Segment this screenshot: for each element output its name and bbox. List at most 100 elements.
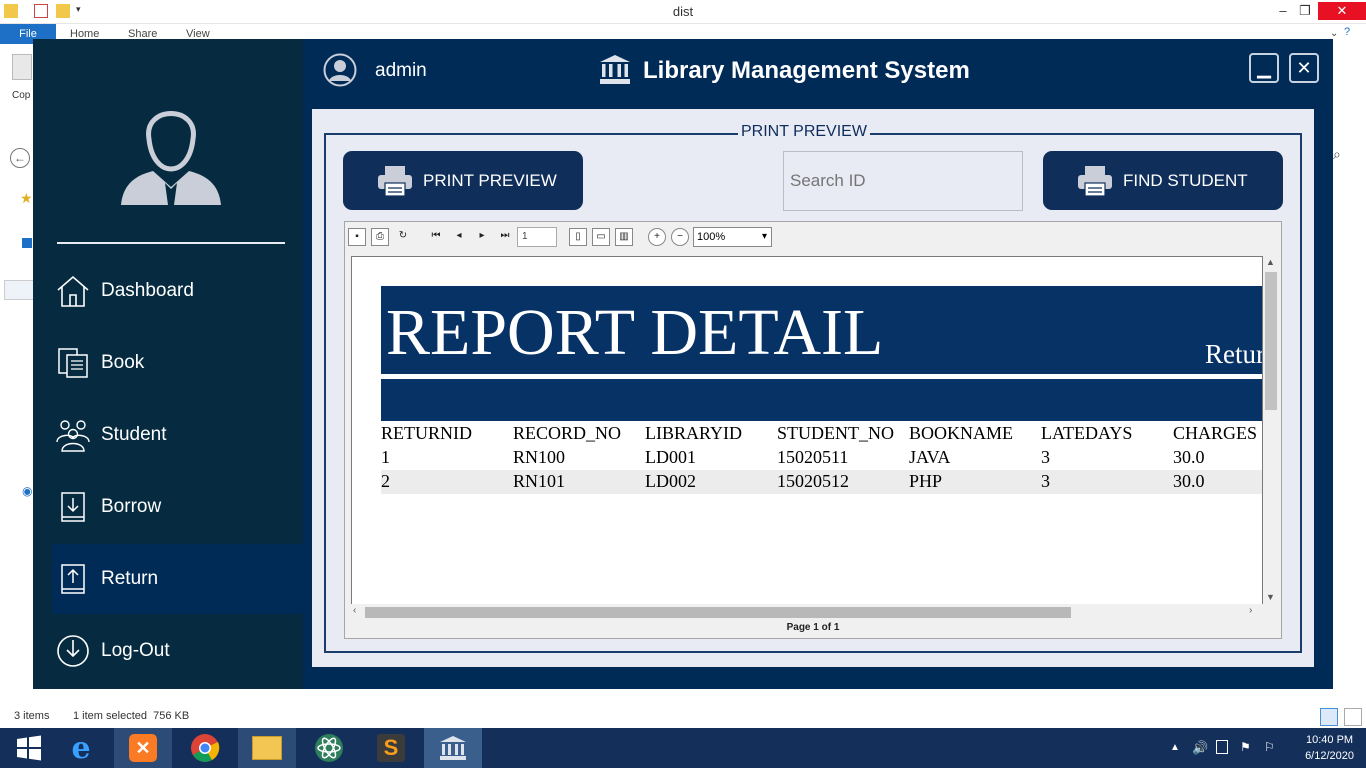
app-header: admin Library Management System ▁ ✕ [303,39,1333,105]
chevron-down-icon[interactable]: ▾ [76,4,90,18]
scroll-up-icon[interactable]: ▲ [1266,257,1275,267]
show-hidden-icons-icon[interactable]: ▲ [1170,742,1180,753]
close-icon: ✕ [1296,57,1312,78]
save-icon[interactable]: ▪ [348,228,366,246]
sidebar: Dashboard Book Student Borrow Return Log… [33,39,303,689]
copy-icon[interactable] [12,54,32,80]
column-header: RECORD_NO [513,423,622,443]
scroll-right-icon[interactable]: › [1249,605,1252,616]
previous-page-icon[interactable]: ◂ [450,228,468,246]
scrollbar-thumb[interactable] [1265,272,1277,410]
nav-item-student[interactable]: Student [33,400,303,470]
taskbar: e ✕ S ▲ 🔊 ⚑ ⚐ 10:40 PM 6/12/2020 [0,728,1366,768]
app-title: Library Management System [643,57,970,84]
explorer-search-icon[interactable]: ⌕ [1333,146,1341,163]
folder-icon [4,4,18,18]
explorer-window-title: dist [672,4,694,19]
action-center-icon[interactable]: ⚐ [1264,740,1275,754]
table-cell: RN101 [513,471,566,491]
nav-item-label: Book [101,352,145,373]
large-icons-view-icon[interactable] [1344,708,1362,726]
explorer-status-bar: 3 items 1 item selected 756 KB [0,706,1366,728]
internet-explorer-icon[interactable]: e [52,728,110,768]
chevron-down-icon: ▾ [761,231,767,242]
desktop-icon[interactable] [22,238,32,248]
ribbon-expand-icon[interactable]: ⌄ [1330,28,1338,39]
nav-item-logout[interactable]: Log-Out [33,616,303,686]
network-status-icon[interactable]: ⚑ [1240,740,1251,754]
column-header: LIBRARYID [645,423,743,443]
user-icon[interactable] [323,53,357,87]
next-page-icon[interactable]: ▸ [473,228,491,246]
actual-size-icon[interactable]: ▯ [569,228,587,246]
print-preview-button[interactable]: PRINT PREVIEW [343,151,583,210]
nav-item-borrow[interactable]: Borrow [33,472,303,542]
xampp-icon[interactable]: ✕ [114,728,172,768]
return-icon [55,561,91,597]
network-icon[interactable]: ◉ [22,484,32,498]
nav-item-book[interactable]: Book [33,328,303,398]
horizontal-scrollbar[interactable]: ‹ › [351,604,1263,620]
nav-item-selected[interactable] [4,280,34,300]
nav-item-label: Dashboard [101,280,194,301]
battery-icon[interactable] [1216,740,1228,754]
library-app-icon[interactable] [424,728,482,768]
viewer-toolbar: ▪ ⎙ ↻ ⏮ ◂ ▸ ⏭ 1 ▯ ▭ ▥ + − 100% ▾ [345,222,1281,252]
report-subheader-band [381,379,1262,421]
sublime-icon[interactable]: S [362,728,420,768]
scroll-left-icon[interactable]: ‹ [353,605,356,616]
zoom-in-icon[interactable]: + [648,228,666,246]
print-icon[interactable]: ⎙ [371,228,389,246]
zoom-value: 100% [697,231,726,243]
atom-icon[interactable] [300,728,358,768]
table-cell: 1 [381,447,390,467]
back-icon[interactable]: ← [10,148,30,168]
fit-page-icon[interactable]: ▭ [592,228,610,246]
volume-icon[interactable]: 🔊 [1192,740,1208,756]
new-folder-icon[interactable] [56,4,70,18]
logout-icon [55,633,91,669]
zoom-out-icon[interactable]: − [671,228,689,246]
content-panel: PRINT PREVIEW PRINT PREVIEW FIND STUDENT… [312,109,1314,667]
report-viewer: ▪ ⎙ ↻ ⏮ ◂ ▸ ⏭ 1 ▯ ▭ ▥ + − 100% ▾ REPORT … [344,221,1282,639]
table-cell: 15020511 [777,447,849,467]
page-status: Page 1 of 1 [786,622,840,633]
explorer-maximize-button[interactable]: ❐ [1290,2,1320,20]
page-number-input[interactable]: 1 [517,227,557,247]
report-subtitle: Retur [1205,339,1263,369]
table-row: 1 RN100 LD001 15020511 JAVA 3 30.0 [381,447,1262,471]
printer-icon [1075,161,1115,201]
help-icon[interactable]: ? [1344,26,1350,38]
table-cell: 30.0 [1173,447,1205,467]
report-title: REPORT DETAIL [386,296,884,369]
column-header: BOOKNAME [909,423,1014,443]
star-icon[interactable]: ★ [20,190,33,207]
start-button[interactable] [0,728,58,768]
last-page-icon[interactable]: ⏭ [496,228,514,246]
zoom-select[interactable]: 100% ▾ [693,227,772,247]
details-view-icon[interactable] [1320,708,1338,726]
copy-label: Cop [12,90,31,101]
button-label: PRINT PREVIEW [423,170,557,190]
close-button[interactable]: ✕ [1289,53,1319,83]
table-cell: 3 [1041,471,1050,491]
scroll-down-icon[interactable]: ▼ [1266,592,1275,602]
explorer-close-button[interactable]: ✕ [1318,2,1366,20]
find-student-button[interactable]: FIND STUDENT [1043,151,1283,210]
search-id-input[interactable] [783,151,1023,211]
system-clock[interactable]: 10:40 PM 6/12/2020 [1305,732,1354,764]
nav-item-return[interactable]: Return [52,544,303,614]
refresh-icon[interactable]: ↻ [394,228,412,246]
scrollbar-thumb[interactable] [365,607,1071,618]
first-page-icon[interactable]: ⏮ [427,228,445,246]
minimize-button[interactable]: ▁ [1249,53,1279,83]
column-header: RETURNID [381,423,472,443]
properties-icon[interactable] [34,4,48,18]
chrome-icon[interactable] [176,728,234,768]
status-selection: 1 item selected 756 KB [73,710,190,722]
vertical-scrollbar[interactable]: ▲ ▼ [1263,256,1279,608]
file-explorer-icon[interactable] [238,728,296,768]
nav-item-dashboard[interactable]: Dashboard [33,256,303,326]
nav-item-label: Borrow [101,496,162,517]
fit-width-icon[interactable]: ▥ [615,228,633,246]
